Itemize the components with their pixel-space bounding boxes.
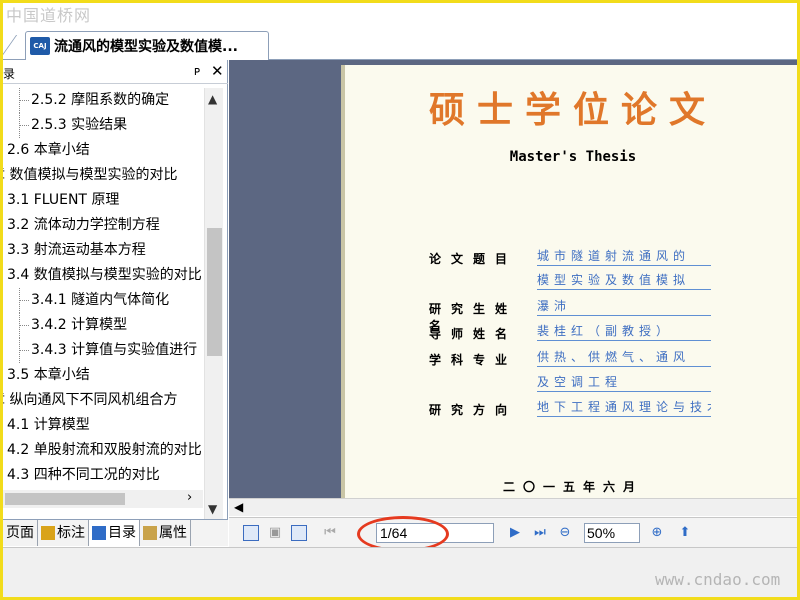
toc-item[interactable]: 3.4.2 计算模型 <box>3 313 203 338</box>
facing-pages-view-icon[interactable] <box>291 525 307 541</box>
metadata-value: 模型实验及数值模拟 <box>537 272 711 290</box>
scroll-up-icon[interactable]: ▲ <box>208 92 217 106</box>
zoom-in-icon[interactable]: ⊕ <box>649 525 665 541</box>
pin-icon[interactable]: ᴘ <box>194 64 200 78</box>
toc-item[interactable]: 3.4.1 隧道内气体简化 <box>3 288 203 313</box>
scroll-down-icon[interactable]: ▼ <box>208 502 217 516</box>
tree-guide-line <box>19 313 29 338</box>
watermark-top: 中国道桥网 <box>6 6 92 25</box>
toc-item-label: 3.4.2 计算模型 <box>31 317 128 333</box>
panel-title-fragment: 录 <box>3 67 16 81</box>
toc-item-label: 3.4.1 隧道内气体简化 <box>31 292 170 308</box>
toc-vertical-scrollbar[interactable]: ▲ ▼ <box>204 88 223 520</box>
panel-tab-label: 标注 <box>57 525 85 541</box>
last-page-icon[interactable]: ⏭ <box>532 525 548 541</box>
panel-header: 录 ᴘ ✕ <box>3 60 228 84</box>
tree-guide-line <box>19 88 29 113</box>
toc-item-label: 3.2 流体动力学控制方程 <box>7 217 160 233</box>
metadata-value: 及空调工程 <box>537 374 711 392</box>
toc-item[interactable]: 3.1 FLUENT 原理 <box>3 188 203 213</box>
tree-guide-line <box>19 113 29 138</box>
panel-tab-page[interactable]: 页面 <box>3 520 38 546</box>
toc-item[interactable]: 章 纵向通风下不同风机组合方 <box>3 388 203 413</box>
panel-tab-properties[interactable]: 属性 <box>140 520 191 546</box>
toc-item-label: 2.5.2 摩阻系数的确定 <box>31 92 170 108</box>
metadata-value: 裴桂红（副教授） <box>537 323 711 341</box>
tree-guide-line <box>19 338 29 363</box>
toc-item[interactable]: 3.3 射流运动基本方程 <box>3 238 203 263</box>
caj-file-icon: CAJ <box>30 37 50 55</box>
metadata-value: 地下工程通风理论与技术 <box>537 399 711 417</box>
toc-item[interactable]: 2.5.2 摩阻系数的确定 <box>3 88 203 113</box>
tree-guide-line <box>19 288 29 313</box>
scrollbar-thumb[interactable] <box>5 493 125 505</box>
toc-item[interactable]: 4.3 四种不同工况的对比 <box>3 463 203 488</box>
toc-item-label: 章 纵向通风下不同风机组合方 <box>3 392 178 408</box>
scrollbar-thumb[interactable] <box>207 228 222 356</box>
toc-item-label: 2.5.3 实验结果 <box>31 117 128 133</box>
metadata-label: 研究方向 <box>429 403 518 417</box>
toc-icon <box>92 526 106 540</box>
watermark-bottom: www.cndao.com <box>655 570 781 589</box>
zoom-level-input[interactable]: 50% <box>584 523 640 543</box>
toc-item[interactable]: 2.6 本章小结 <box>3 138 203 163</box>
metadata-label: 论文题目 <box>429 252 518 266</box>
document-page[interactable]: 硕士学位论文 Master's Thesis 论文题目 城市隧道射流通风的 模型实验… <box>341 65 797 498</box>
metadata-value: 瀑沛 <box>537 298 711 316</box>
toc-item[interactable]: 4.1 计算模型 <box>3 413 203 438</box>
continuous-view-icon[interactable]: ▣ <box>267 525 283 541</box>
outline-panel: 录 ᴘ ✕ 2.5.2 摩阻系数的确定 2.5.3 实验结果 2.6 本章小结章 数… <box>3 60 228 546</box>
toc-item-label: 3.4 数值模拟与模型实验的对比 <box>7 267 202 283</box>
document-view[interactable]: 硕士学位论文 Master's Thesis 论文题目 城市隧道射流通风的 模型实验… <box>229 60 797 498</box>
toc-item[interactable]: 3.2 流体动力学控制方程 <box>3 213 203 238</box>
zoom-out-icon[interactable]: ⊖ <box>557 525 573 541</box>
toc-item-label: 2.6 本章小结 <box>7 142 90 158</box>
pencil-icon <box>41 526 55 540</box>
toc-item[interactable]: 2.5.3 实验结果 <box>3 113 203 138</box>
document-tab[interactable]: CAJ 流通风的模型实验及数值模... <box>25 31 269 60</box>
panel-tab-label: 属性 <box>159 525 187 541</box>
close-icon[interactable]: ✕ <box>211 62 224 80</box>
panel-tab-toc[interactable]: 目录 <box>89 520 140 546</box>
toc-item-label: 4.2 单股射流和双股射流的对比 <box>7 442 202 458</box>
toc-item[interactable]: 3.4.3 计算值与实验值进行 <box>3 338 203 363</box>
thesis-subtitle: Master's Thesis <box>509 149 637 165</box>
toc-item-label: 章 数值模拟与模型实验的对比 <box>3 167 178 183</box>
upload-icon[interactable]: ⬆ <box>677 525 693 541</box>
toc-item-label: 3.1 FLUENT 原理 <box>7 192 120 208</box>
toc-item-label: 4.3 四种不同工况的对比 <box>7 467 160 483</box>
panel-tab-label: 目录 <box>108 525 136 541</box>
toc-item[interactable]: 章 数值模拟与模型实验的对比 <box>3 163 203 188</box>
thesis-title: 硕士学位论文 <box>428 89 717 131</box>
document-tab-title: 流通风的模型实验及数值模... <box>54 39 238 55</box>
properties-icon <box>143 526 157 540</box>
toc-item-label: 3.4.3 计算值与实验值进行 <box>31 342 198 358</box>
metadata-label: 导师姓名 <box>429 327 518 341</box>
toc-horizontal-scrollbar[interactable]: › <box>3 490 203 508</box>
metadata-label: 学科专业 <box>429 353 518 367</box>
toc-item-label: 4.1 计算模型 <box>7 417 90 433</box>
scroll-right-icon[interactable]: › <box>187 490 192 505</box>
next-page-icon[interactable]: ▶ <box>507 525 523 541</box>
panel-tab-label: 页面 <box>6 525 34 541</box>
metadata-value: 城市隧道射流通风的 <box>537 248 711 266</box>
thesis-date: 二〇一五年六月 <box>502 480 643 494</box>
document-tab-strip: CAJ 流通风的模型实验及数值模... <box>0 27 797 61</box>
first-page-icon[interactable]: ⏮ <box>322 525 338 541</box>
toc-item[interactable]: 4.2 单股射流和双股射流的对比 <box>3 438 203 463</box>
single-page-view-icon[interactable] <box>243 525 259 541</box>
bottom-toolbar: ▣ ⏮ 1/64 ▶ ⏭ ⊖ 50% ⊕ ⬆ <box>229 516 797 552</box>
toc-item-label: 3.5 本章小结 <box>7 367 90 383</box>
metadata-value: 供热、供燃气、通风 <box>537 349 711 367</box>
document-horizontal-scrollbar[interactable]: ◀ <box>229 498 797 516</box>
toc-item[interactable]: 3.5 本章小结 <box>3 363 203 388</box>
panel-tab-pencil[interactable]: 标注 <box>38 520 89 546</box>
toc-item-label: 3.3 射流运动基本方程 <box>7 242 146 258</box>
toc-list: 2.5.2 摩阻系数的确定 2.5.3 实验结果 2.6 本章小结章 数值模拟与模型… <box>3 88 203 520</box>
panel-bottom-tabs: 页面 标注 目录 属性 <box>3 519 228 546</box>
scroll-left-icon[interactable]: ◀ <box>234 500 243 514</box>
toc-item[interactable]: 3.4 数值模拟与模型实验的对比 <box>3 263 203 288</box>
